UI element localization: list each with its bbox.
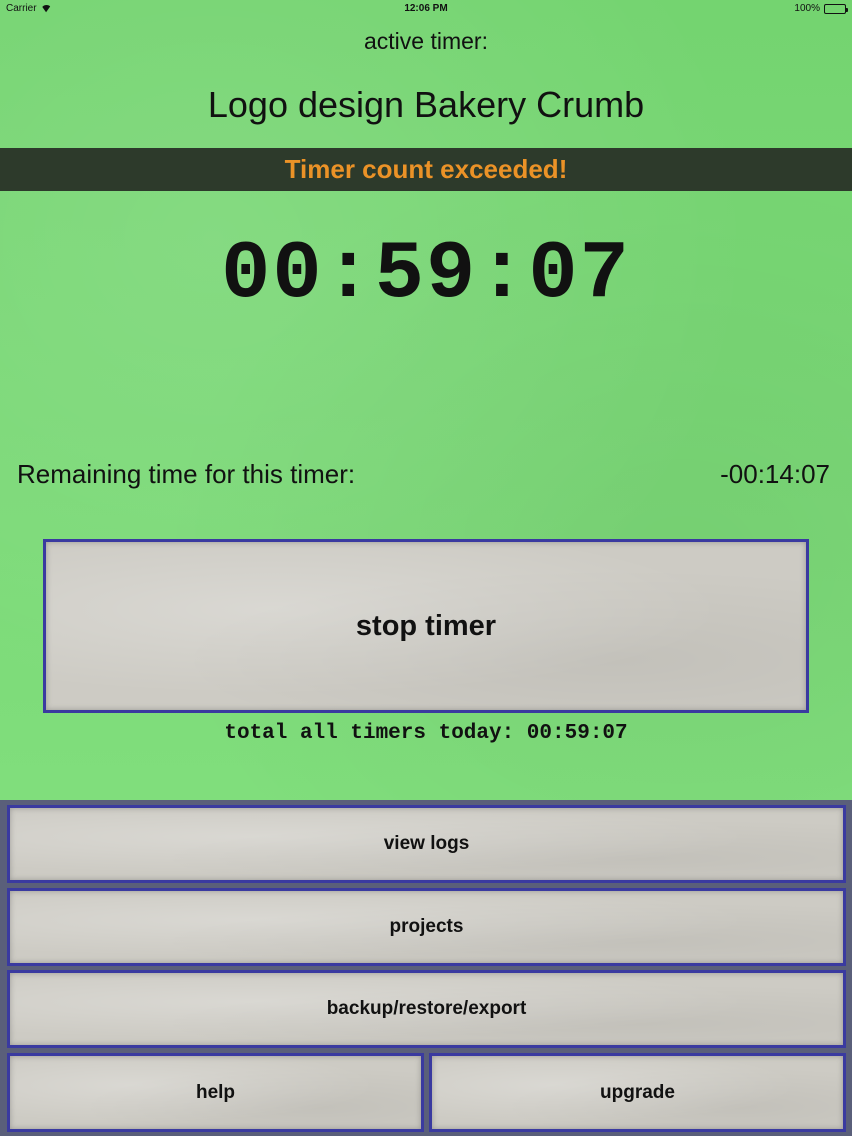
upgrade-button[interactable]: upgrade	[429, 1053, 846, 1132]
status-bar: Carrier 12:06 PM 100%	[0, 0, 852, 18]
stop-timer-button[interactable]: stop timer	[43, 539, 809, 713]
view-logs-button[interactable]: view logs	[7, 805, 846, 883]
remaining-time-label: Remaining time for this timer:	[17, 459, 356, 489]
remaining-time-value: -00:14:07	[720, 459, 830, 489]
elapsed-timer-display: 00:59:07	[221, 228, 631, 321]
active-timer-name: Logo design Bakery Crumb	[207, 84, 645, 125]
alert-text: Timer count exceeded!	[284, 154, 568, 184]
total-today-text: total all timers today: 00:59:07	[224, 722, 628, 745]
battery-percent: 100%	[794, 3, 820, 14]
battery-info: 100%	[794, 3, 848, 14]
help-button[interactable]: help	[7, 1053, 424, 1132]
active-timer-label: active timer:	[364, 28, 488, 54]
alert-banner: Timer count exceeded!	[0, 148, 852, 191]
battery-icon	[824, 3, 848, 14]
projects-button[interactable]: projects	[7, 888, 846, 966]
backup-restore-export-button[interactable]: backup/restore/export	[7, 970, 846, 1048]
status-time: 12:06 PM	[404, 3, 448, 14]
